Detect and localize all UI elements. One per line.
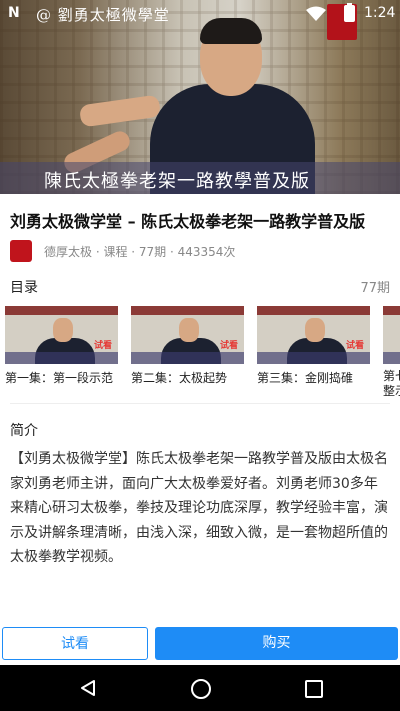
- course-title: 刘勇太极微学堂 – 陈氏太极拳老架一路教学普及版: [10, 212, 366, 231]
- episode-thumbnail: 试看: [5, 306, 118, 364]
- episode-label: 第二集：太极起势: [131, 371, 228, 385]
- episode-label: 整示: [383, 384, 400, 398]
- back-icon[interactable]: [80, 679, 96, 697]
- episode-card[interactable]: 试看 第二集：太极起势: [131, 306, 244, 386]
- trial-button[interactable]: 试看: [2, 627, 148, 660]
- buy-button[interactable]: 购买: [155, 627, 398, 660]
- recent-apps-icon[interactable]: [305, 680, 323, 698]
- course-cover-image[interactable]: 陳氏太極拳老架一路教學普及版 N @ 劉勇太極微學堂 1:24: [0, 0, 400, 194]
- toc-heading: 目录: [10, 280, 38, 296]
- trial-badge: 试看: [219, 341, 238, 351]
- cover-caption-bar: 陳氏太極拳老架一路教學普及版: [0, 162, 400, 194]
- cover-caption: 陳氏太極拳老架一路教學普及版: [44, 171, 310, 192]
- intro-heading: 简介: [10, 423, 38, 439]
- episode-label: 第一集：第一段示范: [5, 371, 114, 385]
- episode-label: 第三集：金刚捣碓: [257, 371, 354, 385]
- wifi-icon: [306, 6, 326, 21]
- notification-n-icon: N: [8, 5, 20, 21]
- episode-thumbnail: 试看: [257, 306, 370, 364]
- section-divider: [10, 403, 390, 404]
- toc-episode-count[interactable]: 77期: [360, 277, 390, 296]
- episode-thumbnail: [383, 306, 400, 364]
- trial-badge: 试看: [93, 341, 112, 351]
- intro-text: 【刘勇太极微学堂】陈氏太极拳老架一路教学普及版由太极名家刘勇老师主讲，面向广大太…: [10, 451, 388, 565]
- episode-card-partial[interactable]: 第七 整示: [383, 306, 400, 399]
- episode-card[interactable]: 试看 第一集：第一段示范: [5, 306, 118, 386]
- status-time: 1:24: [364, 5, 396, 21]
- episode-card[interactable]: 试看 第三集：金刚捣碓: [257, 306, 370, 386]
- system-nav-bar: [0, 665, 400, 711]
- course-meta: 德厚太极 · 课程 · 77期 · 443354次: [44, 245, 236, 259]
- episode-thumbnail: 试看: [131, 306, 244, 364]
- trial-badge: 试看: [345, 341, 364, 351]
- cover-watermark: @ 劉勇太極微學堂: [36, 6, 170, 24]
- status-bar: N @ 劉勇太極微學堂 1:24: [0, 0, 400, 26]
- publisher-avatar[interactable]: [10, 240, 32, 262]
- battery-icon: [344, 3, 355, 22]
- home-icon[interactable]: [191, 679, 211, 699]
- episode-label: 第七: [383, 369, 400, 383]
